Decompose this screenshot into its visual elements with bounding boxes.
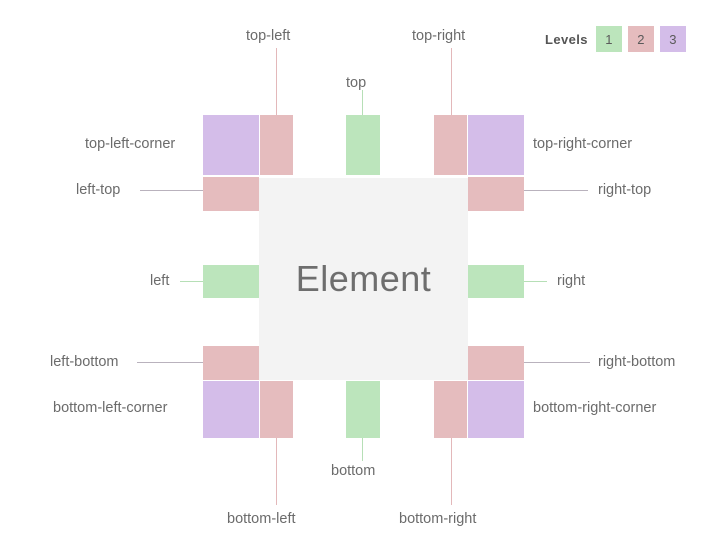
leader-line-right-bottom [524,362,590,363]
leader-line-right-top [524,190,588,191]
leader-line-left-bottom [137,362,203,363]
label-bottom-left-corner: bottom-left-corner [53,400,168,416]
label-top-right-corner: top-right-corner [533,136,633,152]
leader-line-bottom-left [276,438,277,505]
label-top-right: top-right [412,28,466,44]
block-right-bottom[interactable] [468,346,524,380]
label-bottom-right-corner: bottom-right-corner [533,400,657,416]
leader-line-bottom [362,438,363,461]
element-label: Element [295,258,432,299]
block-left-bottom[interactable] [203,346,259,380]
legend-swatch-level-1[interactable]: 1 [595,26,622,52]
label-right: right [557,273,586,289]
block-left-top[interactable] [203,177,259,211]
block-bottom-left-corner[interactable] [203,381,259,438]
legend: Levels 1 2 3 [545,26,686,52]
label-top-left-corner: top-left-corner [85,136,176,152]
block-top-left-corner[interactable] [203,115,259,175]
legend-swatch-level-3[interactable]: 3 [659,26,686,52]
block-top-right[interactable] [434,115,467,175]
block-bottom-left[interactable] [260,381,293,438]
block-bottom-right[interactable] [434,381,467,438]
label-left: left [150,273,170,289]
leader-line-top-left [276,48,277,115]
legend-swatch-level-2[interactable]: 2 [627,26,654,52]
element-box: Element [259,178,468,380]
diagram-canvas: Levels 1 2 3 Element top-left top top-ri… [0,0,726,548]
leader-line-left [180,281,203,282]
block-top-right-corner[interactable] [468,115,524,175]
label-bottom-right: bottom-right [399,511,477,527]
label-top: top [346,75,367,91]
leader-line-top-right [451,48,452,115]
leader-line-top [362,90,363,115]
label-right-bottom: right-bottom [598,354,676,370]
block-right[interactable] [468,265,524,298]
block-top[interactable] [346,115,380,175]
leader-line-left-top [140,190,203,191]
block-top-left[interactable] [260,115,293,175]
label-left-top: left-top [76,182,121,198]
block-bottom-right-corner[interactable] [468,381,524,438]
label-left-bottom: left-bottom [50,354,119,370]
block-right-top[interactable] [468,177,524,211]
label-bottom: bottom [331,463,376,479]
leader-line-right [524,281,547,282]
leader-line-bottom-right [451,438,452,505]
legend-title: Levels [545,31,588,47]
label-right-top: right-top [598,182,652,198]
label-bottom-left: bottom-left [227,511,296,527]
block-bottom[interactable] [346,381,380,438]
block-left[interactable] [203,265,259,298]
label-top-left: top-left [246,28,291,44]
